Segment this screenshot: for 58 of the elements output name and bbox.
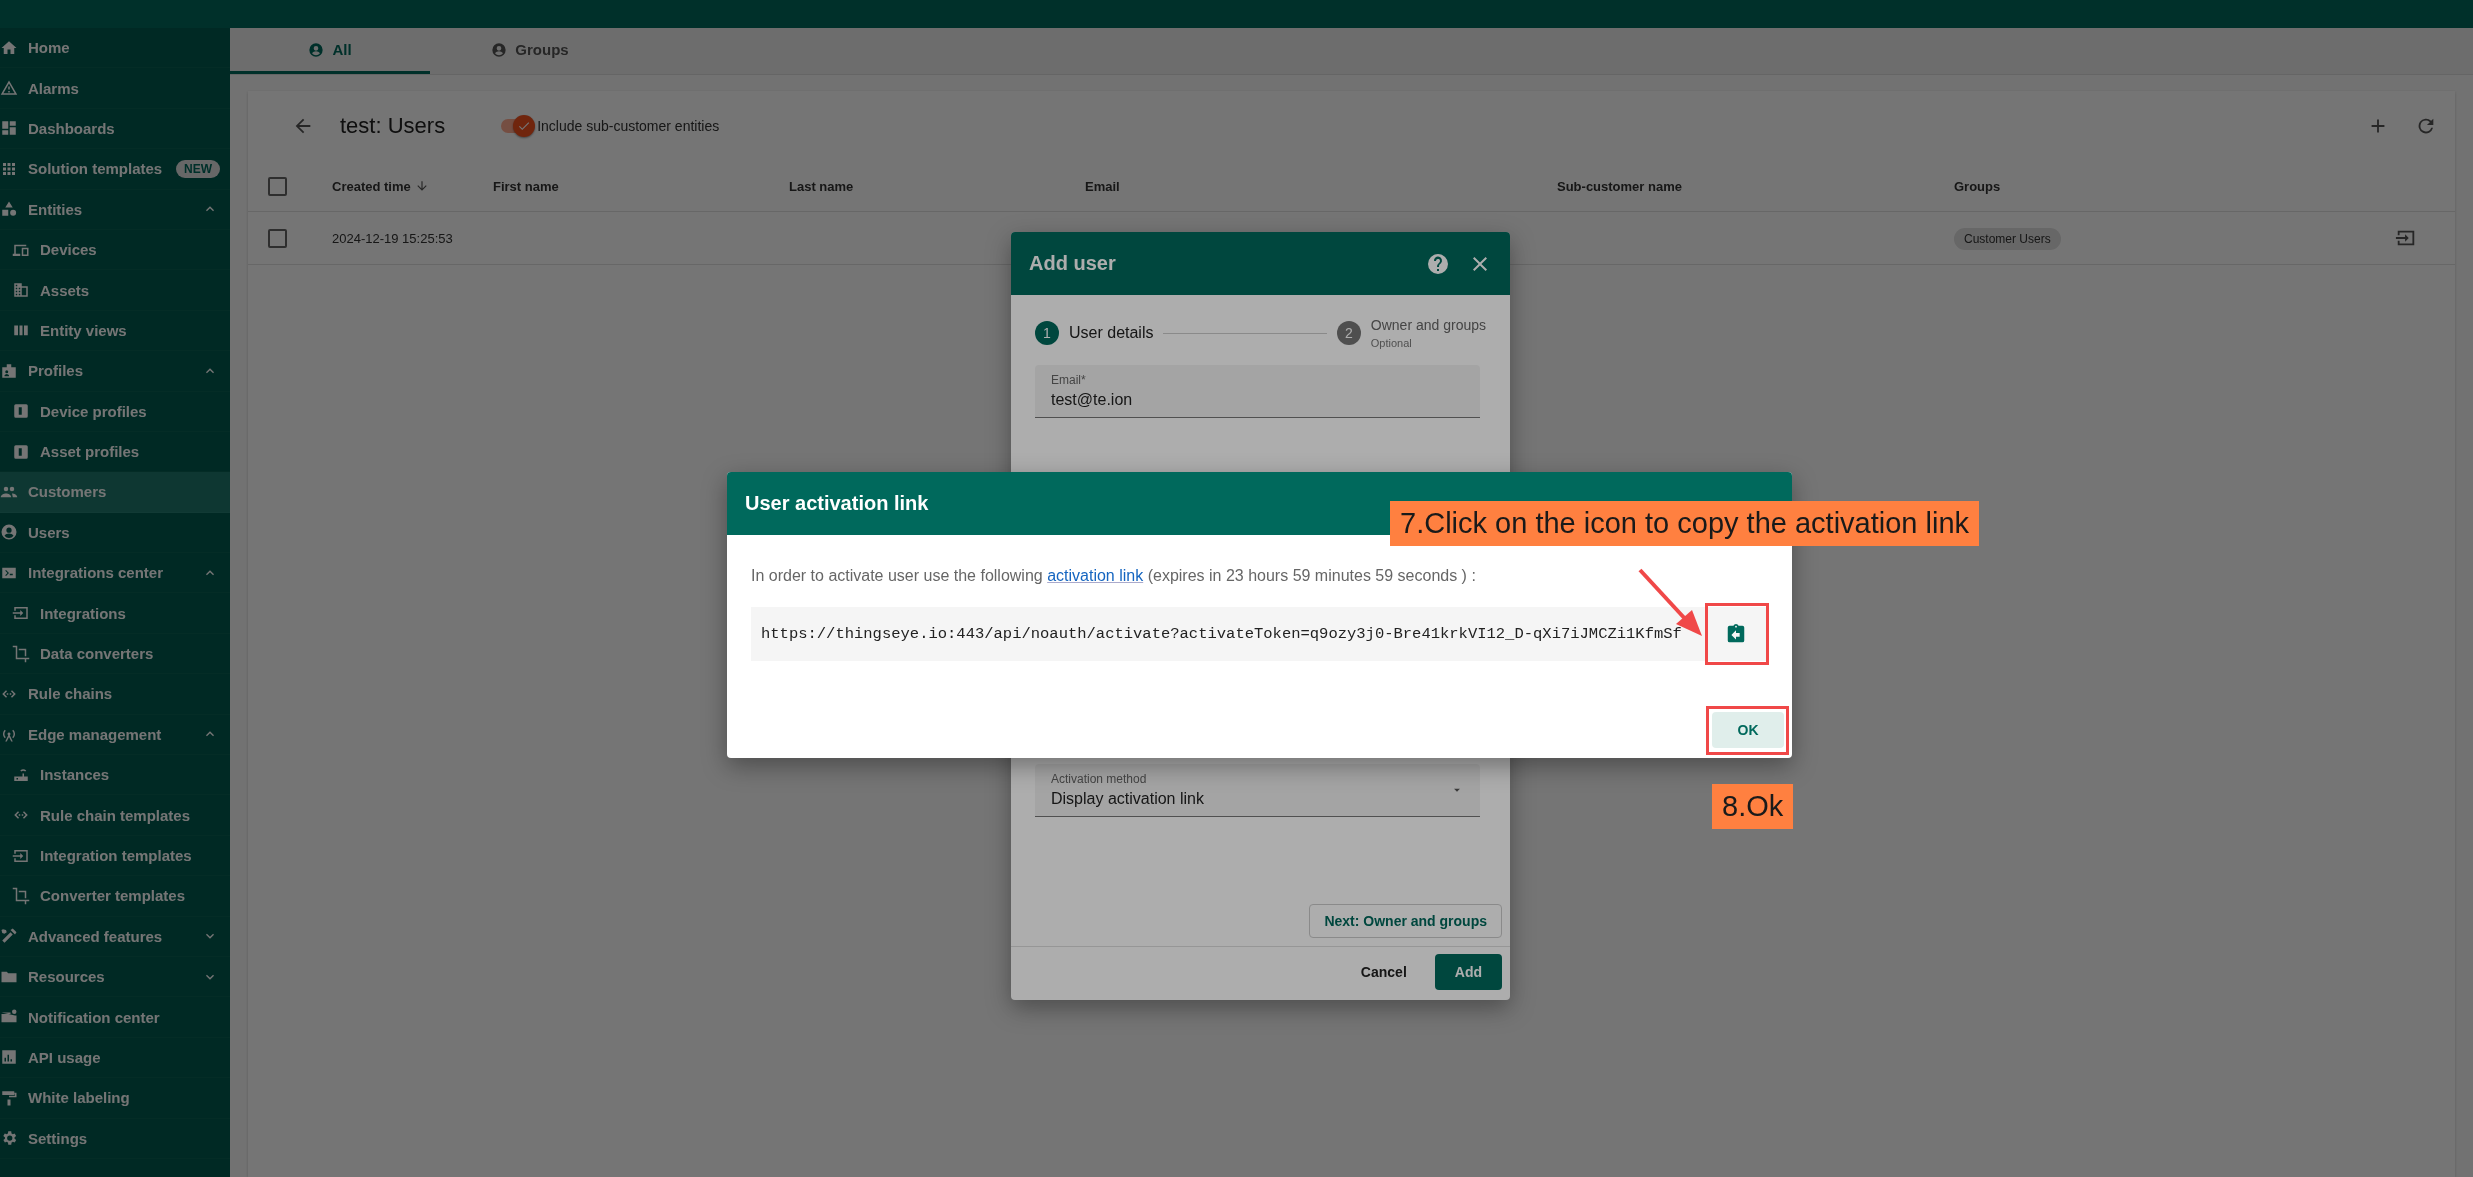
dialog-title: Add user	[1029, 252, 1117, 275]
email-field[interactable]: Email* test@te.ion	[1035, 365, 1480, 418]
person-icon	[491, 41, 508, 58]
add-button[interactable]: Add	[1434, 954, 1502, 990]
building-icon	[12, 281, 30, 300]
toggle-label: Include sub-customer entities	[537, 118, 720, 134]
sidebar-item[interactable]: Solution templates NEW	[0, 149, 230, 190]
column-header[interactable]: Last name	[789, 178, 1085, 194]
sidebar-item[interactable]: Integrations center	[0, 553, 230, 594]
step-label[interactable]: User details	[1069, 324, 1154, 342]
sidebar-item[interactable]: Dashboards	[0, 108, 230, 150]
new-badge: NEW	[176, 159, 220, 178]
check-icon	[517, 119, 532, 133]
tab[interactable]: Groups	[430, 28, 630, 74]
ok-button[interactable]: OK	[1712, 712, 1784, 748]
highlight-frame	[1705, 603, 1769, 665]
person-icon	[308, 41, 325, 58]
warning-icon	[0, 79, 18, 98]
step-number[interactable]: 2	[1336, 321, 1361, 345]
sidebar-item[interactable]: Profiles	[0, 351, 230, 392]
sidebar-item[interactable]: Resources	[0, 957, 230, 998]
step-hint: Optional	[1370, 337, 1413, 349]
activation-url: https://thingseye.io:443/api/noauth/activate?activateToken=q9ozy3j0-Bre41krkVI12_D-qXi7iJMCZi1KfmSf	[761, 625, 1683, 643]
column-header[interactable]: First name	[493, 178, 789, 194]
cancel-button[interactable]: Cancel	[1346, 954, 1421, 990]
sidebar-item[interactable]: API usage	[0, 1037, 230, 1079]
column-header[interactable]: Created time	[332, 178, 493, 194]
sidebar-item[interactable]: Notification center	[0, 997, 230, 1038]
crop-icon	[12, 644, 30, 663]
group-chip: Customer Users	[1954, 228, 2061, 250]
help-icon[interactable]	[1426, 251, 1450, 276]
page-title: test: Users	[340, 113, 446, 139]
tab[interactable]: All	[230, 28, 430, 74]
step-label[interactable]: Owner and groups	[1370, 317, 1486, 333]
column-header[interactable]: Email	[1085, 178, 1557, 194]
annotation-label: 7.Click on the icon to copy the activation link	[1390, 501, 1980, 546]
dialog-title: User activation link	[745, 492, 930, 515]
sidebar-item[interactable]: Customers	[0, 472, 230, 513]
column-header[interactable]: Sub-customer name	[1557, 178, 1954, 194]
activation-method-select[interactable]: Activation method Display activation link	[1035, 764, 1480, 817]
chart-icon	[0, 1048, 18, 1067]
activation-message: In order to activate user use the following activation link (expires in 23 hours 59 minutes 59 seconds ) :	[751, 567, 1477, 585]
person-icon	[0, 523, 18, 542]
roller-icon	[0, 1088, 18, 1107]
badge-icon	[0, 361, 18, 380]
sidebar-item[interactable]: Assets	[0, 270, 230, 311]
checkbox[interactable]	[268, 176, 287, 196]
table-cell-text: 2024-12-19 15:25:53	[332, 230, 454, 246]
dashboard-icon	[0, 119, 18, 138]
checkbox[interactable]	[268, 228, 287, 248]
activation-link[interactable]: activation link	[1047, 567, 1144, 584]
crop-icon	[12, 886, 30, 905]
next-button[interactable]: Next: Owner and groups	[1309, 904, 1502, 938]
column-header[interactable]: Groups	[1954, 178, 2395, 194]
step-number[interactable]: 1	[1035, 321, 1059, 345]
shapes-icon	[0, 200, 18, 219]
annotation-label: 8.Ok	[1712, 784, 1794, 829]
sidebar-item[interactable]: Device profiles	[0, 391, 230, 432]
